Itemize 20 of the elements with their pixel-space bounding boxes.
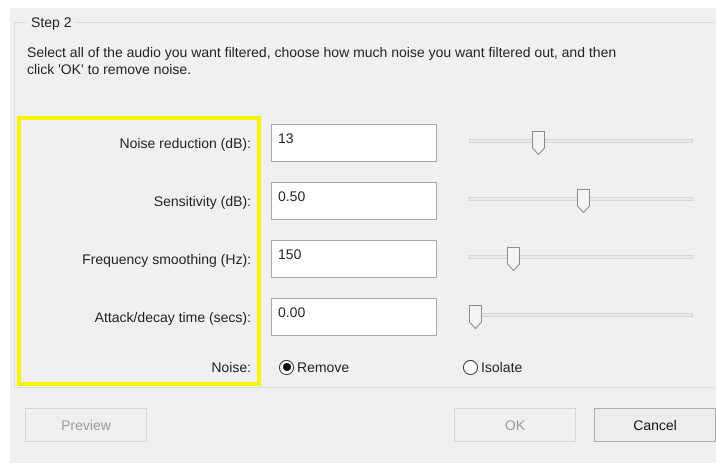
value-field[interactable]: 150 bbox=[271, 240, 437, 278]
instructions-text: Select all of the audio you want filtered, choose how much noise you want filtered out, and then click 'OK' to remove noise. bbox=[27, 44, 618, 78]
parameter-label: Sensitivity (dB): bbox=[154, 193, 251, 209]
slider-thumb[interactable] bbox=[506, 247, 520, 271]
value-field[interactable]: 13 bbox=[271, 124, 437, 162]
slider-thumb[interactable] bbox=[469, 305, 482, 329]
noise-label: Noise: bbox=[211, 359, 251, 375]
parameter-label: Frequency smoothing (Hz): bbox=[82, 251, 251, 267]
dialog-button[interactable]: Cancel bbox=[594, 408, 716, 442]
value-field[interactable]: 0.50 bbox=[271, 182, 437, 220]
radio-button[interactable] bbox=[279, 360, 294, 374]
slider-thumb[interactable] bbox=[576, 189, 590, 213]
group-title: Step 2 bbox=[30, 14, 72, 30]
parameter-label: Noise reduction (dB): bbox=[119, 135, 251, 151]
radio-label[interactable]: Isolate bbox=[481, 359, 522, 375]
radio-label[interactable]: Remove bbox=[297, 359, 350, 375]
parameter-label: Attack/decay time (secs): bbox=[94, 309, 251, 325]
slider-thumb[interactable] bbox=[532, 131, 546, 155]
radio-button[interactable] bbox=[463, 360, 478, 374]
value-field[interactable]: 0.00 bbox=[271, 298, 437, 336]
